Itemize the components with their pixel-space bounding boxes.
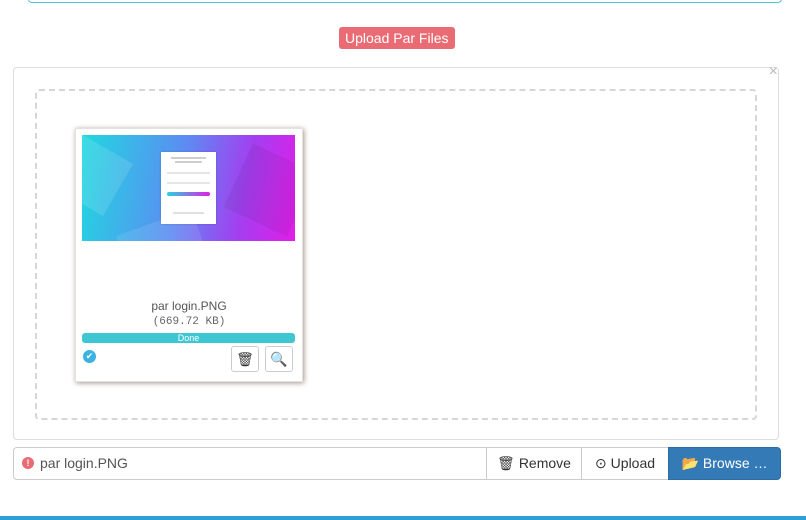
image-preview	[82, 135, 295, 241]
caption-file-name: par login.PNG	[40, 455, 128, 471]
remove-file-button[interactable]: 🗑	[231, 346, 259, 372]
top-input-field[interactable]	[28, 0, 782, 3]
upload-button-label: Upload	[610, 455, 656, 471]
zoom-file-button[interactable]: 🔍	[265, 346, 293, 372]
warning-icon: !	[22, 457, 34, 470]
preview-login-card	[161, 152, 216, 224]
upload-par-files-label: Upload Par Files	[339, 27, 455, 49]
drop-zone[interactable]: par login.PNG (669.72 KB) Done ✔ 🗑 🔍	[35, 89, 757, 420]
trash-icon: 🗑	[236, 351, 254, 367]
upload-circle-icon: ⊙	[594, 455, 607, 471]
progress-fill: Done	[82, 333, 295, 343]
browse-button-label: Browse …	[702, 455, 768, 471]
browse-button[interactable]: 📂 Browse …	[668, 447, 781, 480]
trash-icon: 🗑	[497, 455, 515, 471]
remove-button-label: Remove	[518, 455, 571, 471]
bottom-accent-rule	[0, 516, 806, 520]
close-icon[interactable]: ×	[769, 64, 778, 80]
upload-progress-bar: Done	[82, 333, 295, 343]
file-size: (669.72 KB)	[152, 316, 226, 328]
check-circle-icon: ✔	[83, 350, 96, 363]
folder-open-icon: 📂	[681, 455, 699, 471]
file-input-panel: × par login.PNG (669.72 KB) Done ✔ 🗑 🔍	[13, 64, 779, 440]
file-caption: ! par login.PNG	[13, 447, 487, 480]
zoom-icon: 🔍	[270, 351, 288, 367]
file-name: par login.PNG	[151, 299, 227, 313]
upload-button[interactable]: ⊙ Upload	[581, 447, 669, 480]
remove-button[interactable]: 🗑 Remove	[486, 447, 582, 480]
file-thumbnail: par login.PNG (669.72 KB) Done ✔ 🗑 🔍	[75, 128, 303, 382]
